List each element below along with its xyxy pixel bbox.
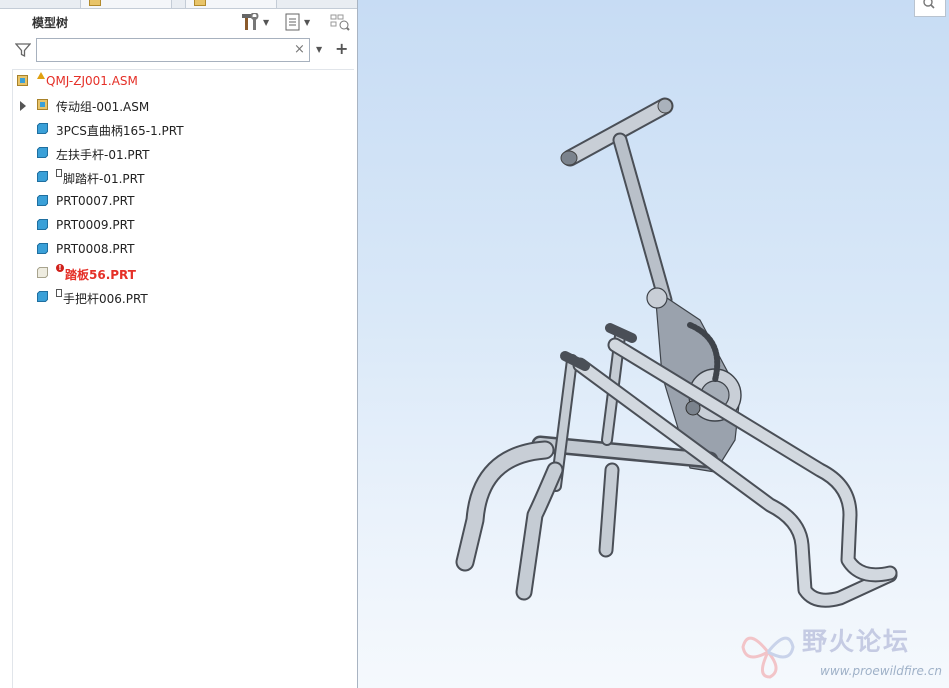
error-icon: ! [56,264,64,272]
filter-display-icon [330,14,350,31]
tree-item-label: PRT0007.PRT [56,194,135,208]
watermark-text: 野火论坛 [802,627,911,656]
assembly-icon [37,99,48,110]
chevron-down-icon[interactable]: ▼ [316,45,322,54]
failed-part-icon [37,267,48,278]
model-tree-panel: 模型树 ▼ ▼ × ▼ + QMJ-ZJ001.ASM 传动组-001.ASM … [0,0,358,688]
part-icon [37,123,48,134]
tree-root[interactable]: QMJ-ZJ001.ASM [12,70,357,94]
tree-item[interactable]: 3PCS直曲柄165-1.PRT [12,118,357,142]
folder-icon [89,0,101,6]
tree-item-label: 手把杆006.PRT [63,292,148,306]
panel-title: 模型树 [32,16,69,30]
tree-root-label: QMJ-ZJ001.ASM [46,74,138,88]
part-icon [37,243,48,254]
tree-item-label: PRT0008.PRT [56,242,135,256]
watermark-url: www.proewildfire.cn [820,664,942,678]
display-filter-button[interactable] [330,12,350,32]
tree-item[interactable]: PRT0008.PRT [12,238,357,262]
tree-item-label: PRT0009.PRT [56,218,135,232]
tree-item[interactable]: PRT0007.PRT [12,190,357,214]
tree-item[interactable]: 左扶手杆-01.PRT [12,142,357,166]
part-icon [37,219,48,230]
chevron-down-icon: ▼ [304,17,311,27]
watermark-logo-icon [741,636,795,679]
tools-button[interactable]: ▼ [242,12,269,32]
status-box-icon [56,169,62,177]
search-input[interactable] [36,38,310,62]
graphics-viewport[interactable]: 野火论坛 www.proewildfire.cn [358,0,949,688]
tree-item[interactable]: 手把杆006.PRT [12,286,357,310]
hammer-wrench-icon [242,13,259,30]
tree-list-icon [285,13,300,31]
tree-item-label: 左扶手杆-01.PRT [56,148,150,162]
tree-item[interactable]: 脚踏杆-01.PRT [12,166,357,190]
status-box-icon [56,289,62,297]
tree-settings-button[interactable]: ▼ [285,12,310,32]
part-icon [37,147,48,158]
assembly-icon [17,75,28,86]
forum-watermark: 野火论坛 www.proewildfire.cn [738,620,948,686]
tree-item[interactable]: ! 踏板56.PRT [12,262,357,286]
funnel-icon[interactable] [15,42,31,58]
folder-icon [194,0,206,6]
filter-row: × ▼ + [0,36,357,64]
panel-header: 模型树 ▼ ▼ [0,8,357,36]
part-icon [37,291,48,302]
part-icon [37,195,48,206]
warning-icon [37,72,45,79]
tree-item[interactable]: PRT0009.PRT [12,214,357,238]
chevron-down-icon: ▼ [263,17,270,27]
tree-item-label: 传动组-001.ASM [56,100,150,114]
tree-item-label: 踏板56.PRT [65,268,136,282]
model-3d-render [455,97,898,608]
expand-icon[interactable] [20,101,26,111]
tree-item[interactable]: 传动组-001.ASM [12,94,357,118]
part-icon [37,171,48,182]
clear-icon[interactable]: × [294,42,305,57]
tree-item-label: 脚踏杆-01.PRT [63,172,145,186]
add-icon[interactable]: + [335,39,348,58]
tree-item-label: 3PCS直曲柄165-1.PRT [56,124,184,138]
